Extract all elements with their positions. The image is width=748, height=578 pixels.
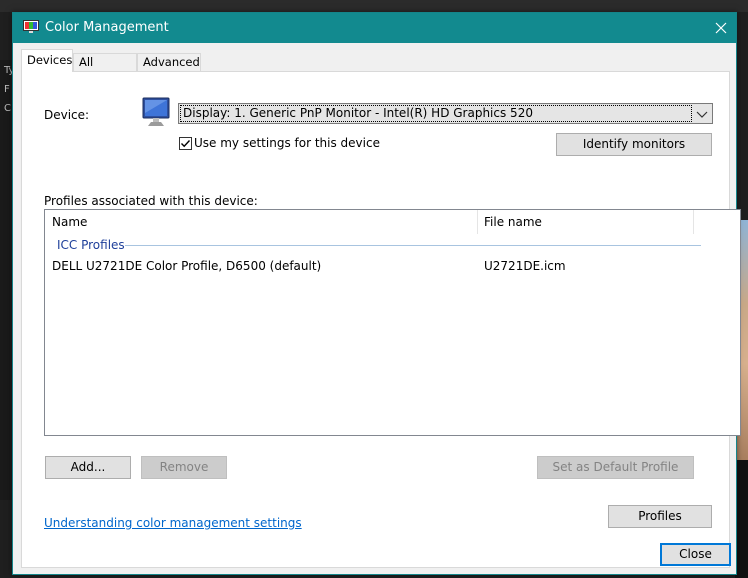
column-divider[interactable] (693, 210, 694, 234)
device-label: Device: (44, 108, 90, 122)
profiles-associated-label: Profiles associated with this device: (44, 194, 258, 208)
window-title: Color Management (45, 20, 169, 35)
device-dropdown-value: Display: 1. Generic PnP Monitor - Intel(… (180, 105, 692, 122)
group-divider (125, 245, 701, 246)
column-header-name[interactable]: Name (52, 215, 87, 229)
use-my-settings-checkbox[interactable] (179, 137, 192, 150)
tab-all-profiles[interactable]: All Profiles (73, 53, 137, 85)
close-icon (715, 22, 727, 34)
group-label-icc-profiles: ICC Profiles (57, 238, 125, 252)
set-default-profile-button[interactable]: Set as Default Profile (537, 456, 694, 479)
color-management-icon (23, 20, 39, 33)
checkmark-icon (181, 140, 191, 148)
color-management-window: Color Management Devices All Profiles Ad… (12, 12, 741, 575)
use-my-settings-label[interactable]: Use my settings for this device (194, 136, 380, 150)
monitor-icon (142, 97, 170, 126)
chevron-down-icon (696, 111, 708, 118)
column-header-file-name[interactable]: File name (484, 215, 542, 229)
desktop-background-top (0, 0, 748, 12)
profiles-list-header: Name File name (45, 210, 740, 235)
close-window-button[interactable] (706, 13, 736, 43)
understanding-color-management-link[interactable]: Understanding color management settings (44, 516, 302, 530)
tab-advanced[interactable]: Advanced (137, 53, 201, 71)
remove-profile-button[interactable]: Remove (141, 456, 227, 479)
identify-monitors-button[interactable]: Identify monitors (556, 133, 712, 156)
profiles-button[interactable]: Profiles (608, 505, 712, 528)
device-dropdown[interactable]: Display: 1. Generic PnP Monitor - Intel(… (178, 103, 713, 124)
background-text: F (4, 84, 10, 95)
tab-devices[interactable]: Devices (21, 49, 73, 72)
profiles-list[interactable]: Name File name ICC Profiles DELL U2721DE… (44, 209, 741, 436)
add-profile-button[interactable]: Add... (45, 456, 131, 479)
profile-name: DELL U2721DE Color Profile, D6500 (defau… (52, 259, 322, 273)
profile-file-name: U2721DE.icm (484, 259, 566, 273)
background-text: C (4, 103, 11, 114)
title-bar[interactable]: Color Management (13, 13, 736, 43)
devices-tab-panel: Device: Display: 1. Generic PnP Monitor … (21, 71, 741, 568)
column-divider[interactable] (477, 210, 478, 234)
close-button[interactable]: Close (660, 543, 731, 566)
